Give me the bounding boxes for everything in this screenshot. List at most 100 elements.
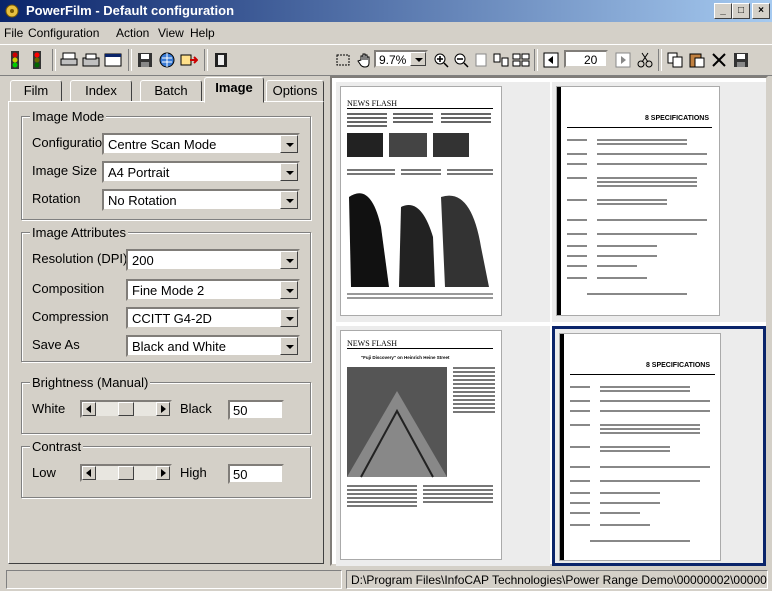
- chevron-down-icon[interactable]: [410, 52, 426, 66]
- film-icon[interactable]: [210, 49, 232, 71]
- save-as-select[interactable]: Black and White: [126, 335, 300, 357]
- tab-options[interactable]: Options: [266, 80, 324, 102]
- hand-pan-icon[interactable]: [354, 49, 376, 71]
- page-number-field[interactable]: 20: [564, 50, 608, 68]
- cut-icon[interactable]: [634, 49, 656, 71]
- paste-icon[interactable]: [686, 49, 708, 71]
- contrast-group: Contrast Low High 50: [21, 439, 311, 498]
- contrast-high-label: High: [180, 465, 207, 480]
- next-page-icon[interactable]: [612, 49, 634, 71]
- maximize-button[interactable]: □: [732, 3, 750, 19]
- brightness-slider[interactable]: [80, 400, 172, 418]
- menu-configuration[interactable]: Configuration: [28, 26, 99, 40]
- zoom-in-icon[interactable]: [430, 49, 452, 71]
- composition-label: Composition: [32, 281, 105, 296]
- toolbar: 9.7% 20: [0, 44, 772, 76]
- chevron-down-icon[interactable]: [280, 191, 298, 209]
- contrast-right-arrow-icon[interactable]: [156, 466, 170, 480]
- image-attributes-group: Image Attributes Resolution (DPI) 200 Co…: [21, 225, 311, 362]
- scanner-icon[interactable]: [80, 49, 102, 71]
- menu-view[interactable]: View: [158, 26, 184, 40]
- page-thumbnail[interactable]: 8 SPECIFICATIONS: [552, 82, 766, 322]
- brightness-right-arrow-icon[interactable]: [156, 402, 170, 416]
- brightness-value-field[interactable]: 50: [228, 400, 284, 420]
- resolution-select[interactable]: 200: [126, 249, 300, 271]
- tab-index[interactable]: Index: [70, 80, 132, 102]
- app-icon: [5, 4, 19, 18]
- copy-icon[interactable]: [664, 49, 686, 71]
- tab-batch[interactable]: Batch: [140, 80, 202, 102]
- image-viewer[interactable]: NEWS FLASH 8 SPECIFICATIONS NEWS FLASH "…: [330, 76, 768, 566]
- tab-image[interactable]: Image: [204, 77, 264, 103]
- page-thumbnail[interactable]: NEWS FLASH "Fuji Discovery" on Heinrich …: [336, 326, 550, 566]
- chevron-down-icon[interactable]: [280, 163, 298, 181]
- delete-icon[interactable]: [708, 49, 730, 71]
- configuration-select[interactable]: Centre Scan Mode: [102, 133, 300, 155]
- tab-content: Image Mode Configuration Centre Scan Mod…: [8, 101, 324, 564]
- image-size-label: Image Size: [32, 163, 98, 178]
- fit-width-icon[interactable]: [490, 49, 512, 71]
- status-bar: D:\Program Files\InfoCAP Technologies\Po…: [0, 568, 772, 591]
- brightness-high-label: Black: [180, 401, 212, 416]
- save-image-icon[interactable]: [730, 49, 752, 71]
- configuration-label: Configuration: [32, 135, 110, 150]
- save-as-label: Save As: [32, 337, 80, 352]
- fit-page-icon[interactable]: [470, 49, 492, 71]
- globe-icon[interactable]: [156, 49, 178, 71]
- contrast-thumb[interactable]: [118, 466, 134, 480]
- status-left-pane: [6, 570, 342, 589]
- page-image: 8 SPECIFICATIONS: [559, 333, 721, 561]
- brightness-left-arrow-icon[interactable]: [82, 402, 96, 416]
- chevron-down-icon[interactable]: [280, 309, 298, 327]
- chevron-down-icon[interactable]: [280, 251, 298, 269]
- contrast-legend: Contrast: [30, 439, 84, 454]
- zoom-out-icon[interactable]: [450, 49, 472, 71]
- brightness-legend: Brightness (Manual): [30, 375, 151, 390]
- contrast-slider[interactable]: [80, 464, 172, 482]
- page-thumbnail[interactable]: NEWS FLASH: [336, 82, 550, 322]
- window-title: PowerFilm - Default configuration: [26, 3, 235, 18]
- traffic-light-green-icon[interactable]: [4, 49, 26, 71]
- chevron-down-icon[interactable]: [280, 337, 298, 355]
- close-button[interactable]: ×: [752, 3, 770, 19]
- previous-page-icon[interactable]: [540, 49, 562, 71]
- menu-action[interactable]: Action: [116, 26, 149, 40]
- contrast-low-label: Low: [32, 465, 56, 480]
- export-icon[interactable]: [178, 49, 200, 71]
- chevron-down-icon[interactable]: [280, 135, 298, 153]
- rotation-label: Rotation: [32, 191, 81, 206]
- composition-select[interactable]: Fine Mode 2: [126, 279, 300, 301]
- news-article-graphic: [347, 113, 493, 299]
- resolution-label: Resolution (DPI): [32, 251, 128, 266]
- specs-table-graphic: [567, 127, 712, 295]
- image-attributes-legend: Image Attributes: [30, 225, 128, 240]
- specs-table-graphic: [570, 374, 715, 542]
- save-icon[interactable]: [134, 49, 156, 71]
- compression-label: Compression: [32, 309, 109, 324]
- menu-file[interactable]: File: [4, 26, 23, 40]
- brightness-group: Brightness (Manual) White Black 50: [21, 375, 311, 434]
- image-mode-group: Image Mode Configuration Centre Scan Mod…: [21, 109, 311, 220]
- settings-panel: Film Index Batch Image Options Image Mod…: [4, 76, 324, 566]
- minimize-button[interactable]: _: [714, 3, 732, 19]
- image-size-select[interactable]: A4 Portrait: [102, 161, 300, 183]
- select-rectangle-icon[interactable]: [332, 49, 354, 71]
- menu-help[interactable]: Help: [190, 26, 215, 40]
- brightness-low-label: White: [32, 401, 66, 416]
- contrast-left-arrow-icon[interactable]: [82, 466, 96, 480]
- window-icon[interactable]: [102, 49, 124, 71]
- zoom-select[interactable]: 9.7%: [374, 50, 428, 68]
- brightness-thumb[interactable]: [118, 402, 134, 416]
- chevron-down-icon[interactable]: [280, 281, 298, 299]
- rotation-select[interactable]: No Rotation: [102, 189, 300, 211]
- traffic-light-red-icon[interactable]: [26, 49, 48, 71]
- thumbnails-icon[interactable]: [510, 49, 532, 71]
- compression-select[interactable]: CCITT G4-2D: [126, 307, 300, 329]
- status-file-path: D:\Program Files\InfoCAP Technologies\Po…: [346, 570, 768, 589]
- tab-film[interactable]: Film: [10, 80, 62, 102]
- page-thumbnail-selected[interactable]: 8 SPECIFICATIONS: [552, 326, 766, 566]
- image-mode-legend: Image Mode: [30, 109, 107, 124]
- print-icon[interactable]: [58, 49, 80, 71]
- contrast-value-field[interactable]: 50: [228, 464, 284, 484]
- page-image: 8 SPECIFICATIONS: [556, 86, 720, 316]
